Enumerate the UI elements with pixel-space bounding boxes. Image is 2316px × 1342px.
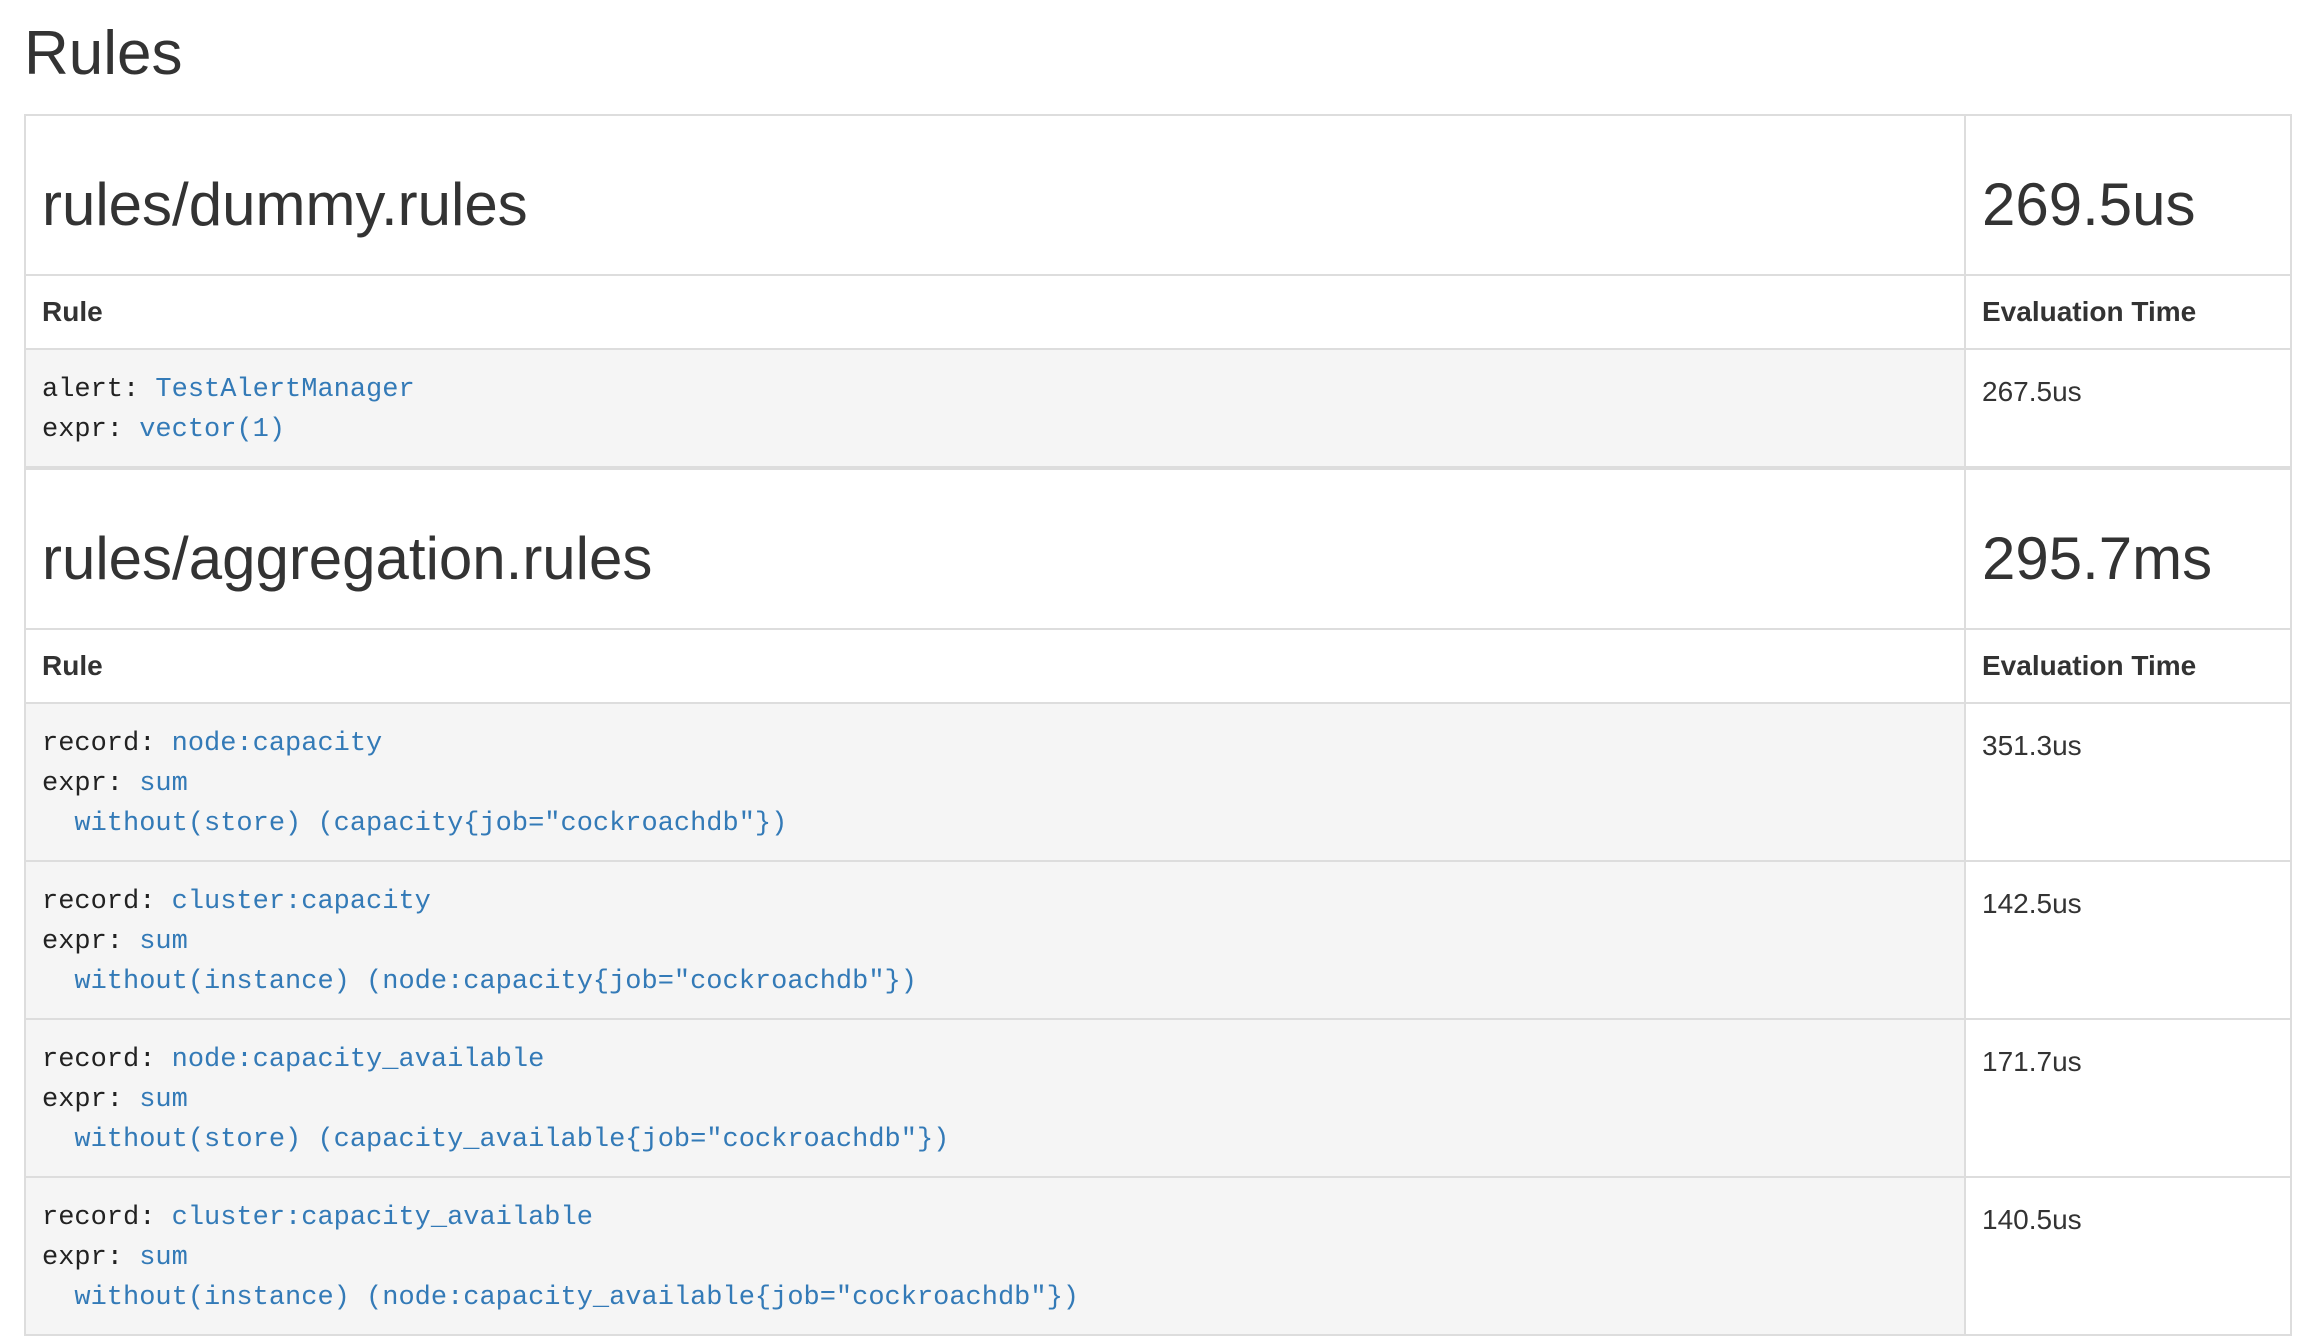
rule-code: alert: TestAlertManager expr: vector(1) (42, 350, 1948, 466)
column-header-row: Rule Evaluation Time (25, 629, 2291, 703)
group-file-cell: rules/aggregation.rules (25, 469, 1965, 629)
rule-code: record: node:capacity expr: sum without(… (42, 704, 1948, 860)
rule-definition-cell: record: node:capacity expr: sum without(… (25, 703, 1965, 861)
rule-keyword-text: record: (42, 1203, 172, 1233)
group-evaluation-time: 295.7ms (1982, 526, 2274, 592)
rule-definition-cell: record: cluster:capacity_available expr:… (25, 1177, 1965, 1335)
rule-evaluation-time-cell: 142.5us (1965, 861, 2291, 1019)
column-header-row: Rule Evaluation Time (25, 275, 2291, 349)
rule-column-header: Rule (25, 275, 1965, 349)
evaluation-time-column-header: Evaluation Time (1965, 629, 2291, 703)
rule-keyword-text: expr: (42, 927, 139, 957)
rule-keyword-text: record: (42, 1045, 172, 1075)
rule-code: record: node:capacity_available expr: su… (42, 1020, 1948, 1176)
rule-keyword-text: record: (42, 729, 172, 759)
group-evaluation-time-cell: 269.5us (1965, 115, 2291, 275)
group-evaluation-time-cell: 295.7ms (1965, 469, 2291, 629)
rule-code: record: cluster:capacity_available expr:… (42, 1178, 1948, 1334)
rule-expression-link[interactable]: vector(1) (139, 415, 285, 445)
evaluation-time-column-header: Evaluation Time (1965, 275, 2291, 349)
rule-expression-link[interactable]: cluster:capacity (172, 887, 431, 917)
rule-expression-link[interactable]: sum without(instance) (node:capacity_ava… (42, 1243, 1079, 1313)
rule-evaluation-time-cell: 267.5us (1965, 349, 2291, 467)
rule-keyword-text: expr: (42, 1085, 139, 1115)
rule-row: record: node:capacity_available expr: su… (25, 1019, 2291, 1177)
rule-evaluation-time-cell: 140.5us (1965, 1177, 2291, 1335)
rule-keyword-text: expr: (42, 1243, 139, 1273)
rule-keyword-text: alert: (42, 375, 155, 405)
rule-definition-cell: record: node:capacity_available expr: su… (25, 1019, 1965, 1177)
rule-keyword-text: expr: (42, 769, 139, 799)
rule-expression-link[interactable]: sum without(instance) (node:capacity{job… (42, 927, 917, 997)
rule-expression-link[interactable]: sum without(store) (capacity_available{j… (42, 1085, 949, 1155)
rule-definition-cell: alert: TestAlertManager expr: vector(1) (25, 349, 1965, 467)
rule-group-table: rules/dummy.rules 269.5us Rule Evaluatio… (24, 114, 2292, 468)
group-file-title: rules/aggregation.rules (42, 526, 1948, 592)
rule-expression-link[interactable]: node:capacity_available (172, 1045, 545, 1075)
rule-row: record: node:capacity expr: sum without(… (25, 703, 2291, 861)
rule-row: record: cluster:capacity_available expr:… (25, 1177, 2291, 1335)
rule-keyword-text: expr: (42, 415, 139, 445)
rule-keyword-text: record: (42, 887, 172, 917)
group-header-row: rules/dummy.rules 269.5us (25, 115, 2291, 275)
rule-groups-container: rules/dummy.rules 269.5us Rule Evaluatio… (24, 114, 2292, 1336)
group-file-cell: rules/dummy.rules (25, 115, 1965, 275)
group-file-title: rules/dummy.rules (42, 172, 1948, 238)
rule-evaluation-time-cell: 351.3us (1965, 703, 2291, 861)
rule-row: alert: TestAlertManager expr: vector(1) … (25, 349, 2291, 467)
rule-expression-link[interactable]: sum without(store) (capacity{job="cockro… (42, 769, 787, 839)
rule-group-table: rules/aggregation.rules 295.7ms Rule Eva… (24, 468, 2292, 1336)
group-evaluation-time: 269.5us (1982, 172, 2274, 238)
rule-expression-link[interactable]: cluster:capacity_available (172, 1203, 593, 1233)
rule-code: record: cluster:capacity expr: sum witho… (42, 862, 1948, 1018)
page-title: Rules (24, 20, 2292, 88)
rule-column-header: Rule (25, 629, 1965, 703)
rule-row: record: cluster:capacity expr: sum witho… (25, 861, 2291, 1019)
group-header-row: rules/aggregation.rules 295.7ms (25, 469, 2291, 629)
rule-definition-cell: record: cluster:capacity expr: sum witho… (25, 861, 1965, 1019)
rule-expression-link[interactable]: node:capacity (172, 729, 383, 759)
rule-evaluation-time-cell: 171.7us (1965, 1019, 2291, 1177)
rule-expression-link[interactable]: TestAlertManager (155, 375, 414, 405)
rules-page: Rules rules/dummy.rules 269.5us Rule Eva… (0, 20, 2316, 1336)
